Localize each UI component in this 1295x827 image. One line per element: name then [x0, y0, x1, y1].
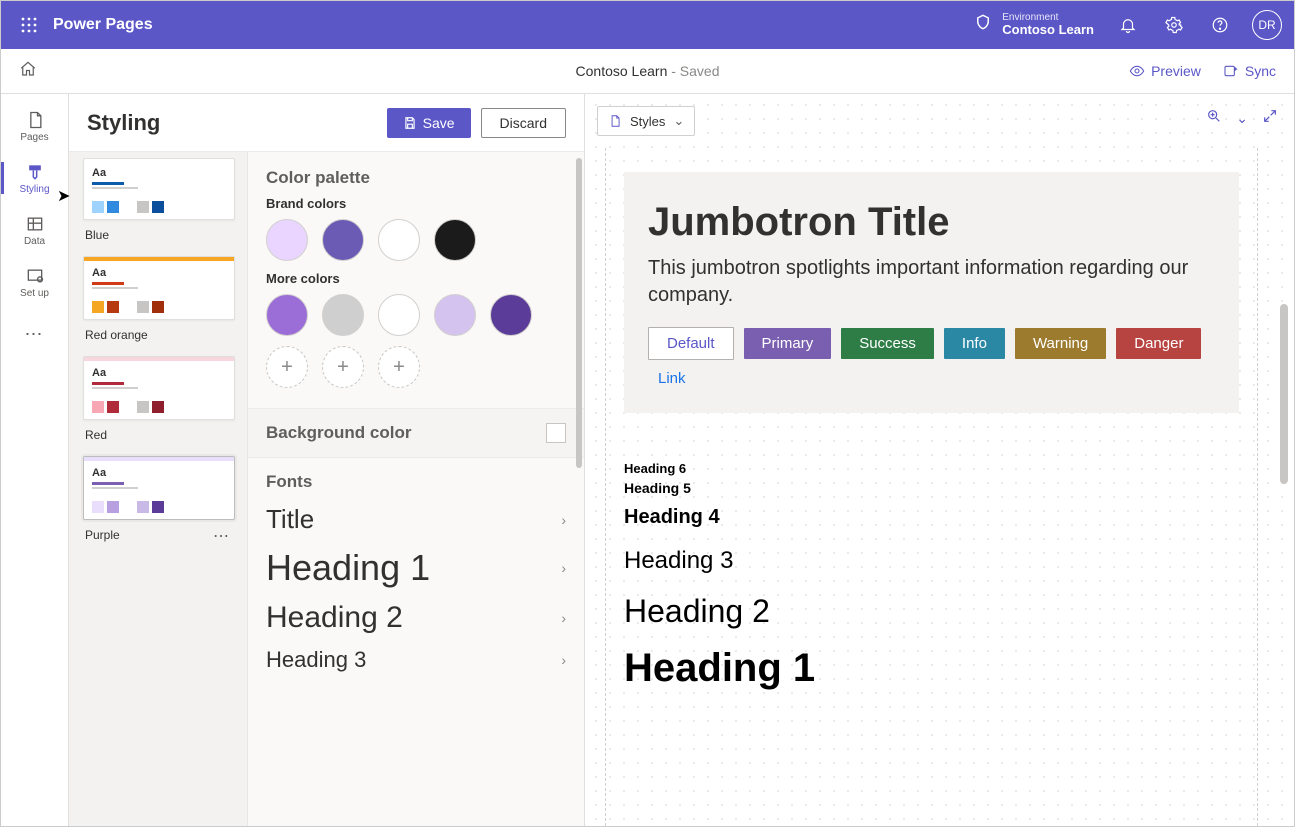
document-title: Contoso Learn - Saved	[576, 63, 720, 79]
add-color-button[interactable]: +	[378, 346, 420, 388]
properties-panel: Color palette Brand colors More colors +…	[247, 152, 584, 826]
font-row-heading-3[interactable]: Heading 3›	[248, 641, 584, 679]
rail-item-pages[interactable]: Pages	[1, 100, 68, 152]
color-swatch[interactable]	[266, 219, 308, 261]
chevron-right-icon: ›	[561, 560, 566, 576]
environment-label: Environment	[1002, 12, 1094, 23]
more-colors-label: More colors	[266, 271, 566, 286]
jumbotron-text: This jumbotron spotlights important info…	[648, 255, 1215, 309]
rail-more-icon[interactable]: ⋯	[1, 314, 68, 354]
font-row-heading-1[interactable]: Heading 1›	[248, 541, 584, 595]
doc-status: - Saved	[667, 63, 719, 79]
brand-colors-row	[266, 219, 566, 261]
left-nav-rail: Pages Styling Data Set up ⋯	[1, 94, 69, 826]
preview-canvas: Styles ⌄ ⌄ Jumbotron Title This jumbotro…	[585, 94, 1294, 826]
color-swatch[interactable]	[322, 219, 364, 261]
avatar-initials: DR	[1258, 18, 1275, 32]
doc-name: Contoso Learn	[576, 63, 668, 79]
color-swatch[interactable]	[434, 219, 476, 261]
heading-6: Heading 6	[624, 461, 1239, 476]
rail-item-styling[interactable]: Styling	[1, 152, 68, 204]
headings-preview: Heading 6 Heading 5 Heading 4 Heading 3 …	[624, 461, 1239, 691]
button-info[interactable]: Info	[944, 328, 1005, 359]
environment-picker[interactable]: Environment Contoso Learn	[974, 12, 1094, 37]
theme-card-red-orange[interactable]: Aa	[83, 256, 235, 320]
preview-content: Jumbotron Title This jumbotron spotlight…	[605, 148, 1258, 826]
color-palette-title: Color palette	[266, 168, 566, 188]
chevron-down-icon: ⌄	[673, 113, 684, 129]
heading-2: Heading 2	[624, 593, 1239, 630]
color-swatch[interactable]	[434, 294, 476, 336]
color-swatch[interactable]	[378, 294, 420, 336]
environment-name: Contoso Learn	[1002, 23, 1094, 37]
chevron-right-icon: ›	[561, 610, 566, 626]
jumbotron: Jumbotron Title This jumbotron spotlight…	[624, 172, 1239, 413]
button-primary[interactable]: Primary	[744, 328, 832, 359]
background-color-row[interactable]: Background color	[248, 408, 584, 458]
rail-item-setup[interactable]: Set up	[1, 256, 68, 308]
save-button[interactable]: Save	[387, 108, 471, 138]
brand-colors-label: Brand colors	[266, 196, 566, 211]
add-color-button[interactable]: +	[322, 346, 364, 388]
expand-icon[interactable]	[1262, 108, 1278, 129]
button-default[interactable]: Default	[648, 327, 734, 360]
more-colors-row	[266, 294, 566, 336]
preview-button[interactable]: Preview	[1129, 63, 1201, 79]
app-launcher-icon[interactable]	[13, 9, 45, 41]
button-warning[interactable]: Warning	[1015, 328, 1106, 359]
button-success[interactable]: Success	[841, 328, 934, 359]
styles-dropdown[interactable]: Styles ⌄	[597, 106, 695, 136]
themes-list[interactable]: Aa BlueAa Red orangeAa RedAa Purple⋯	[69, 152, 247, 826]
button-danger[interactable]: Danger	[1116, 328, 1201, 359]
discard-button[interactable]: Discard	[481, 108, 566, 138]
zoom-icon[interactable]	[1206, 108, 1222, 129]
theme-name: Red	[85, 428, 235, 442]
preview-scrollbar[interactable]	[1280, 304, 1288, 484]
sync-button[interactable]: Sync	[1223, 63, 1276, 79]
font-row-heading-2[interactable]: Heading 2›	[248, 595, 584, 641]
button-link[interactable]: Link	[648, 366, 1215, 391]
theme-more-icon[interactable]: ⋯	[213, 526, 231, 546]
styling-panel: Styling Save Discard Aa Blue Aa Red orang…	[69, 94, 585, 826]
chevron-right-icon: ›	[561, 512, 566, 528]
background-color-swatch[interactable]	[546, 423, 566, 443]
chevron-right-icon: ›	[561, 652, 566, 668]
notifications-icon[interactable]	[1114, 11, 1142, 39]
settings-icon[interactable]	[1160, 11, 1188, 39]
theme-name: Blue	[85, 228, 235, 242]
user-avatar[interactable]: DR	[1252, 10, 1282, 40]
heading-3: Heading 3	[624, 547, 1239, 575]
theme-card-red[interactable]: Aa	[83, 356, 235, 420]
app-header: Power Pages Environment Contoso Learn DR	[1, 1, 1294, 49]
color-swatch[interactable]	[266, 294, 308, 336]
rail-item-data[interactable]: Data	[1, 204, 68, 256]
heading-1: Heading 1	[624, 646, 1239, 691]
color-swatch[interactable]	[378, 219, 420, 261]
chevron-down-icon[interactable]: ⌄	[1236, 110, 1248, 127]
color-swatch[interactable]	[490, 294, 532, 336]
font-row-title[interactable]: Title›	[248, 498, 584, 541]
theme-card-blue[interactable]: Aa	[83, 158, 235, 220]
home-icon[interactable]	[19, 60, 37, 83]
sub-header: Contoso Learn - Saved Preview Sync	[1, 49, 1294, 94]
fonts-title: Fonts	[248, 458, 584, 498]
add-color-button[interactable]: +	[266, 346, 308, 388]
app-title: Power Pages	[53, 16, 153, 34]
theme-name: Red orange	[85, 328, 235, 342]
styling-title: Styling	[87, 110, 160, 136]
theme-card-purple[interactable]: Aa	[83, 456, 235, 520]
scrollbar[interactable]	[576, 158, 582, 468]
add-colors-row: + + +	[266, 346, 566, 388]
jumbotron-title: Jumbotron Title	[648, 200, 1215, 245]
help-icon[interactable]	[1206, 11, 1234, 39]
heading-4: Heading 4	[624, 506, 1239, 529]
color-swatch[interactable]	[322, 294, 364, 336]
environment-icon	[974, 13, 992, 36]
heading-5: Heading 5	[624, 480, 1239, 496]
